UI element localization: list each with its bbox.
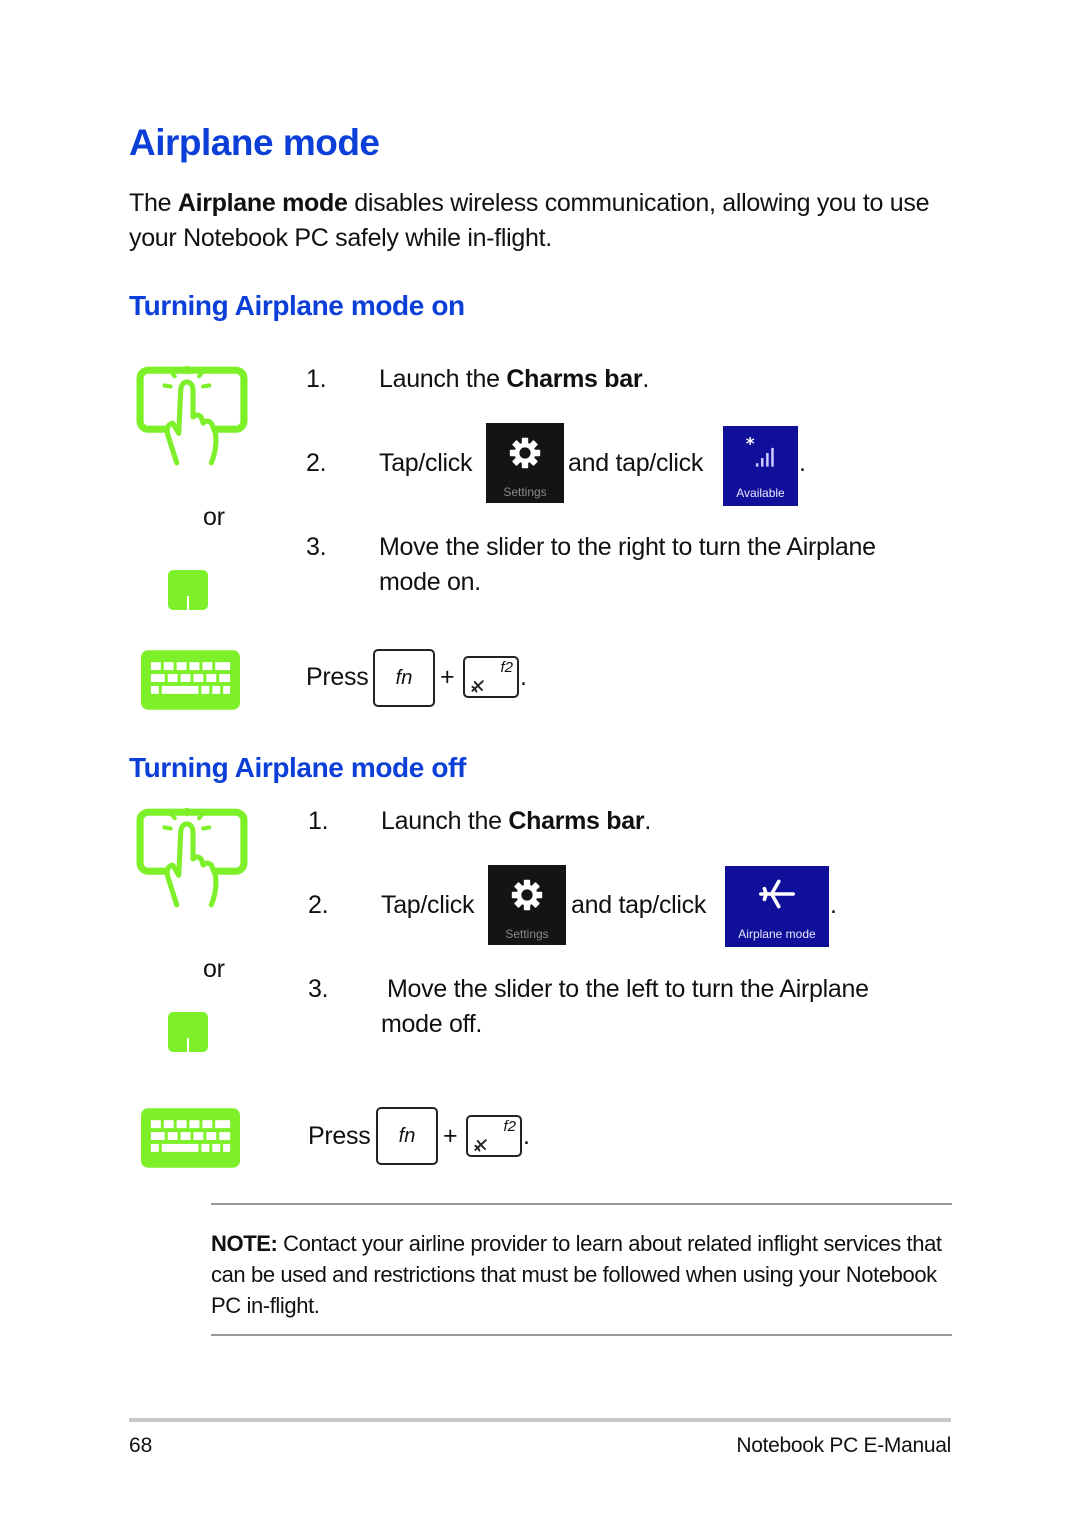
- intro-paragraph: The Airplane mode disables wireless comm…: [129, 186, 959, 256]
- step-number: 2.: [308, 891, 329, 919]
- press-end-period: .: [520, 663, 527, 691]
- step-end-period: .: [799, 449, 806, 477]
- step-number: 1.: [308, 807, 329, 835]
- settings-charm-tile[interactable]: Settings: [486, 423, 564, 503]
- press-end-period: .: [523, 1122, 530, 1150]
- charms-bar-label: Charms bar: [508, 807, 645, 835]
- tap-touchscreen-icon: [136, 808, 248, 910]
- footer-divider: [129, 1418, 951, 1422]
- section-heading-on: Turning Airplane mode on: [129, 290, 465, 321]
- step-number: 3.: [308, 975, 329, 1003]
- step-text: Launch the Charms bar.: [381, 804, 651, 839]
- settings-charm-tile[interactable]: Settings: [488, 865, 566, 945]
- fn-key: fn: [376, 1107, 438, 1165]
- step-text: Launch the Charms bar.: [379, 362, 649, 397]
- step-text-line2: mode on.: [379, 568, 481, 596]
- gear-icon: [509, 437, 541, 469]
- document-title: Notebook PC E-Manual: [736, 1434, 951, 1457]
- or-label: or: [203, 955, 225, 983]
- network-available-tile[interactable]: Available: [723, 426, 798, 506]
- settings-tile-label: Settings: [503, 485, 547, 499]
- settings-tile-label: Settings: [505, 927, 549, 941]
- step-number: 3.: [306, 533, 327, 561]
- fn-key-label: fn: [395, 666, 413, 689]
- airplane-icon: [757, 876, 797, 912]
- step-suffix: .: [644, 807, 651, 835]
- airplane-mode-tile[interactable]: Airplane mode: [725, 866, 829, 947]
- keyboard-icon: [141, 1108, 240, 1168]
- available-tile-label: Available: [736, 486, 785, 500]
- and-tap-click-label: and tap/click: [568, 449, 704, 477]
- fn-key-label: fn: [398, 1124, 416, 1147]
- or-label: or: [203, 503, 225, 531]
- step-prefix: Launch the: [379, 365, 507, 393]
- step-text-line2: mode off.: [381, 1010, 483, 1038]
- note-bottom-divider: [211, 1334, 952, 1336]
- section-heading-off: Turning Airplane mode off: [129, 752, 466, 783]
- note-top-divider: [211, 1203, 952, 1205]
- plus-sign: +: [440, 663, 455, 691]
- step-prefix: Launch the: [381, 807, 509, 835]
- page-number: 68: [129, 1434, 153, 1457]
- f2-airplane-key: f2: [463, 656, 519, 698]
- press-label: Press: [306, 663, 369, 691]
- plus-sign: +: [443, 1122, 458, 1150]
- step-number: 2.: [306, 449, 327, 477]
- airplane-icon: [473, 1137, 489, 1153]
- f2-key-label: f2: [503, 1118, 516, 1135]
- intro-prefix: The: [129, 189, 178, 217]
- touchpad-icon: [168, 570, 208, 610]
- press-label: Press: [308, 1122, 371, 1150]
- charms-bar-label: Charms bar: [506, 365, 643, 393]
- step-text-line1: Move the slider to the left to turn the …: [387, 975, 869, 1003]
- tap-click-label: Tap/click: [381, 891, 475, 919]
- airplane-icon: [470, 678, 486, 694]
- step-number: 1.: [306, 365, 327, 393]
- page-title: Airplane mode: [129, 122, 380, 163]
- touchpad-icon: [168, 1012, 208, 1052]
- and-tap-click-label: and tap/click: [571, 891, 707, 919]
- step-end-period: .: [830, 891, 837, 919]
- f2-airplane-key: f2: [466, 1115, 522, 1157]
- intro-bold: Airplane mode: [177, 189, 348, 217]
- note-label: NOTE:: [211, 1231, 278, 1256]
- gear-icon: [511, 879, 543, 911]
- fn-key: fn: [373, 649, 435, 707]
- note-text: Contact your airline provider to learn a…: [211, 1231, 942, 1318]
- step-text-line1: Move the slider to the right to turn the…: [379, 533, 876, 561]
- tap-click-label: Tap/click: [379, 449, 473, 477]
- signal-bars-icon: [744, 436, 778, 470]
- note-box: NOTE: Contact your airline provider to l…: [211, 1228, 956, 1321]
- airplane-mode-tile-label: Airplane mode: [738, 927, 816, 941]
- keyboard-icon: [141, 650, 240, 710]
- tap-touchscreen-icon: [136, 366, 248, 468]
- f2-key-label: f2: [500, 659, 513, 676]
- step-suffix: .: [642, 365, 649, 393]
